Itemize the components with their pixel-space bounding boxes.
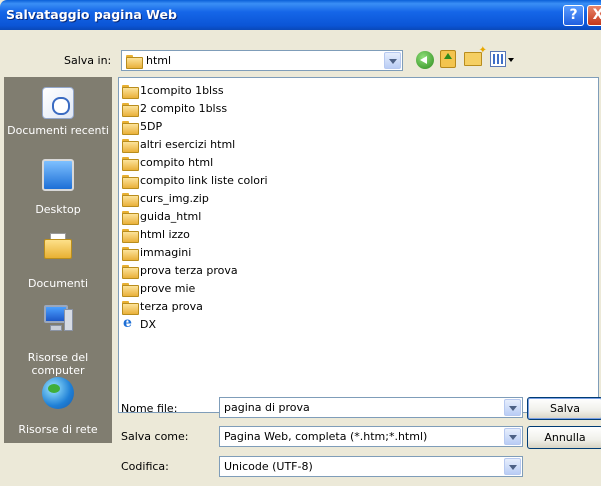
save-in-combo[interactable]: html: [121, 50, 403, 71]
list-item[interactable]: prove mie: [122, 281, 196, 297]
folder-icon: [122, 283, 139, 297]
chevron-down-icon[interactable]: [504, 458, 521, 475]
title-bar[interactable]: Salvataggio pagina Web ? X: [0, 0, 601, 30]
list-item[interactable]: guida_html: [122, 209, 202, 225]
folder-icon: [126, 55, 143, 69]
chevron-down-icon[interactable]: [504, 428, 521, 445]
encoding-value: Unicode (UTF-8): [224, 460, 313, 473]
encoding-label: Codifica:: [121, 460, 169, 473]
folder-icon: [122, 139, 139, 153]
file-name: html izzo: [140, 228, 190, 241]
file-name: curs_img.zip: [140, 192, 209, 205]
file-name: guida_html: [140, 210, 202, 223]
file-list[interactable]: 1compito 1blss 2 compito 1blss 5DP altri…: [118, 77, 599, 413]
place-desktop[interactable]: Desktop: [4, 159, 112, 239]
recent-documents-icon: [42, 87, 74, 119]
chevron-down-icon[interactable]: [504, 399, 521, 416]
views-menu-icon[interactable]: [490, 51, 506, 67]
folder-icon: [122, 193, 139, 207]
save-in-label: Salva in:: [64, 54, 112, 67]
file-name: compito link liste colori: [140, 174, 268, 187]
my-documents-icon: [42, 231, 74, 263]
save-button[interactable]: Salva: [527, 397, 601, 420]
place-my-computer[interactable]: Risorse del computer: [4, 303, 112, 383]
list-item[interactable]: altri esercizi html: [122, 137, 236, 153]
save-in-value: html: [146, 54, 172, 67]
folder-icon: [122, 211, 139, 225]
help-button[interactable]: ?: [563, 5, 584, 26]
place-documents[interactable]: Documenti: [4, 231, 112, 311]
save-as-value: Pagina Web, completa (*.htm;*.html): [224, 430, 428, 443]
file-name: 5DP: [140, 120, 163, 133]
list-item[interactable]: prova terza prova: [122, 263, 238, 279]
file-name: DX: [140, 318, 157, 331]
new-folder-icon[interactable]: [464, 45, 487, 66]
places-bar: Documenti recenti Desktop Documenti Riso…: [4, 77, 112, 443]
list-item[interactable]: curs_img.zip: [122, 191, 209, 207]
list-item[interactable]: immagini: [122, 245, 192, 261]
list-item[interactable]: 2 compito 1blss: [122, 101, 228, 117]
list-item[interactable]: 1compito 1blss: [122, 83, 224, 99]
folder-icon: [122, 103, 139, 117]
encoding-select[interactable]: Unicode (UTF-8): [219, 456, 523, 477]
file-name: prove mie: [140, 282, 196, 295]
folder-icon: [122, 121, 139, 135]
file-name: 1compito 1blss: [140, 84, 224, 97]
list-item[interactable]: DX: [122, 316, 157, 332]
place-label: Documenti recenti: [7, 124, 109, 137]
folder-icon: [122, 229, 139, 243]
list-item[interactable]: terza prova: [122, 299, 203, 315]
save-as-label: Salva come:: [121, 430, 189, 443]
list-item[interactable]: html izzo: [122, 227, 190, 243]
file-name: 2 compito 1blss: [140, 102, 228, 115]
back-icon[interactable]: [416, 51, 434, 69]
file-name: altri esercizi html: [140, 138, 236, 151]
list-item[interactable]: compito link liste colori: [122, 173, 268, 189]
list-item[interactable]: compito html: [122, 155, 214, 171]
place-label: Risorse del computer: [27, 351, 89, 377]
caret-down-icon[interactable]: [508, 58, 514, 62]
list-item[interactable]: 5DP: [122, 119, 163, 135]
close-button[interactable]: X: [587, 5, 601, 26]
file-name: compito html: [140, 156, 214, 169]
file-name-value: pagina di prova: [224, 401, 310, 414]
folder-icon: [122, 85, 139, 99]
chevron-down-icon[interactable]: [384, 52, 401, 69]
my-computer-icon: [42, 303, 74, 335]
folder-icon: [122, 265, 139, 279]
cancel-button[interactable]: Annulla: [527, 426, 601, 449]
save-as-type-select[interactable]: Pagina Web, completa (*.htm;*.html): [219, 426, 523, 447]
folder-icon: [122, 301, 139, 315]
html-document-icon: [122, 316, 138, 331]
up-folder-icon[interactable]: [440, 50, 456, 68]
window-title: Salvataggio pagina Web: [6, 7, 177, 22]
folder-icon: [122, 247, 139, 261]
place-recent-documents[interactable]: Documenti recenti: [4, 87, 112, 167]
file-name: immagini: [140, 246, 192, 259]
file-name: terza prova: [140, 300, 203, 313]
place-label: Risorse di rete: [18, 423, 98, 436]
place-network[interactable]: Risorse di rete: [4, 377, 112, 457]
file-name-label: Nome file:: [121, 402, 178, 415]
file-name: prova terza prova: [140, 264, 238, 277]
folder-icon: [122, 157, 139, 171]
desktop-icon: [42, 159, 74, 191]
dialog-body: Salva in: html Documenti recenti Desktop…: [0, 30, 601, 486]
file-name-field[interactable]: pagina di prova: [219, 397, 523, 418]
folder-icon: [122, 175, 139, 189]
place-label: Desktop: [35, 203, 81, 216]
network-places-icon: [42, 377, 74, 409]
place-label: Documenti: [27, 277, 89, 290]
